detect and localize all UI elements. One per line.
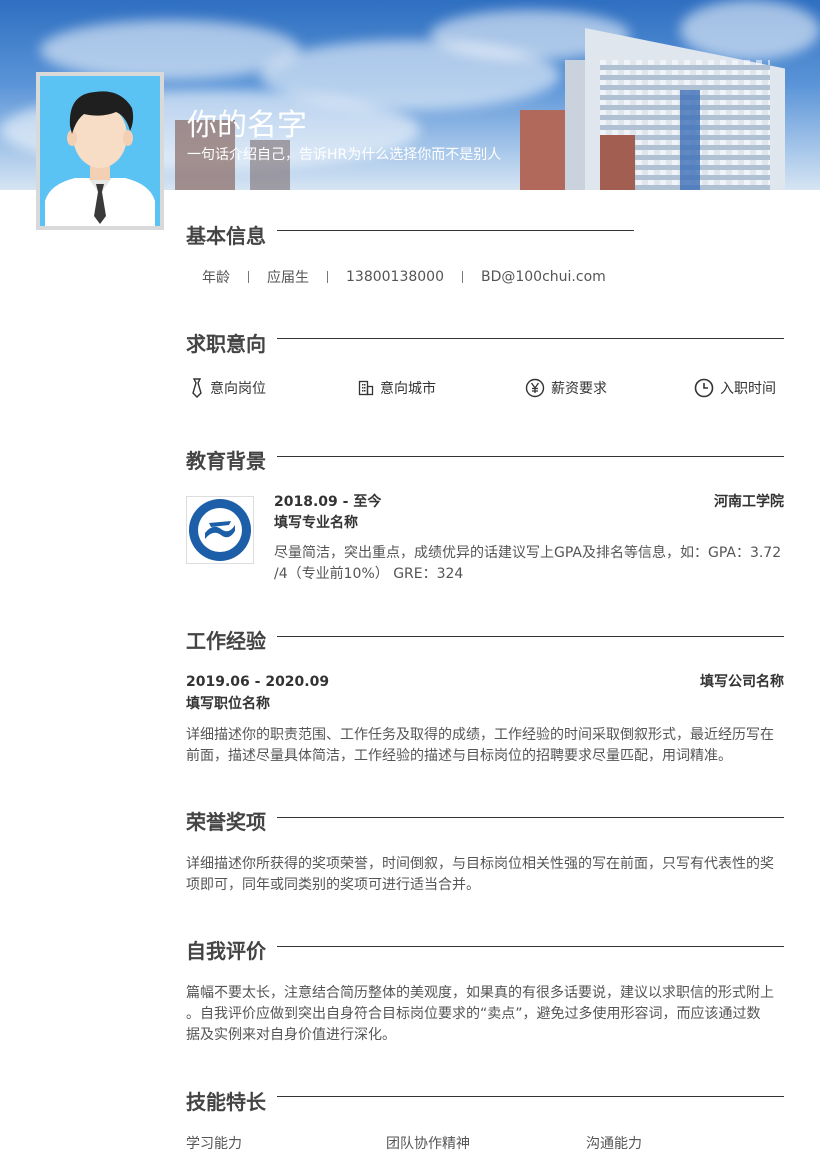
section-title-intent: 求职意向	[186, 332, 266, 356]
section-divider	[277, 338, 784, 339]
self-desc-line1: 篇幅不要太长，注意结合简历整体的美观度，如果真的有很多话要说，建议以求职信的形式…	[186, 985, 774, 1001]
phone-field: 13800138000	[346, 269, 444, 285]
education-desc-line2: /4（专业前10%） GRE：324	[274, 566, 464, 582]
building-shape	[680, 90, 700, 190]
yen-icon	[525, 378, 545, 398]
work-desc-line2: 前面，描述尽量具体简洁，工作经验的描述与目标岗位的招聘要求尽量匹配，用词精准。	[186, 748, 732, 764]
candidate-tagline: 一句话介绍自己，告诉HR为什么选择你而不是别人	[187, 147, 502, 163]
work-company: 填写公司名称	[700, 674, 784, 690]
tie-icon	[192, 378, 202, 398]
self-desc-line2: 。自我评价应做到突出自身符合目标岗位要求的“卖点”，避免过多使用形容词，而应该通…	[186, 1006, 761, 1022]
work-title: 填写职位名称	[186, 696, 270, 712]
intent-start: 入职时间	[694, 378, 776, 398]
section-title-honors: 荣誉奖项	[186, 810, 266, 834]
clock-icon	[694, 378, 714, 398]
avatar-person-icon	[40, 76, 160, 226]
work-desc-line1: 详细描述你的职责范围、工作任务及取得的成绩，工作经验的时间采取倒叙形式，最近经历…	[186, 727, 774, 743]
intent-position: 意向岗位	[190, 378, 266, 398]
intent-city-label: 意向城市	[380, 381, 436, 397]
skill-item: 团队协作精神	[386, 1136, 470, 1152]
age-field: 年龄	[202, 270, 230, 286]
candidate-name: 你的名字	[187, 108, 307, 143]
separator	[248, 271, 249, 283]
skill-item: 学习能力	[186, 1136, 242, 1152]
section-divider	[277, 456, 784, 457]
email-field: BD@100chui.com	[480, 269, 606, 285]
section-title-education: 教育背景	[186, 449, 266, 473]
school-logo	[186, 496, 254, 564]
education-major: 填写专业名称	[274, 515, 358, 531]
school-emblem-icon	[189, 499, 251, 561]
work-period: 2019.06 - 2020.09	[186, 674, 330, 690]
education-desc-line1: 尽量简洁，突出重点，成绩优异的话建议写上GPA及排名等信息，如：GPA：3.72	[274, 545, 782, 561]
section-divider	[277, 1096, 784, 1097]
intent-salary-label: 薪资要求	[551, 381, 607, 397]
avatar	[36, 72, 164, 230]
separator	[327, 271, 328, 283]
intent-position-label: 意向岗位	[210, 381, 266, 397]
section-divider	[277, 230, 634, 231]
education-school: 河南工学院	[714, 494, 784, 510]
section-divider	[277, 946, 784, 947]
section-title-skills: 技能特长	[186, 1090, 266, 1114]
building-icon	[358, 380, 374, 396]
separator	[461, 271, 463, 283]
status-field: 应届生	[267, 270, 309, 286]
self-desc-line3: 据及实例来对自身价值进行深化。	[186, 1027, 396, 1043]
section-divider	[277, 636, 784, 637]
section-title-self: 自我评价	[186, 939, 266, 963]
honors-desc-line2: 项即可，同年或同类别的奖项可进行适当合并。	[186, 877, 480, 893]
section-title-work: 工作经验	[186, 629, 266, 653]
honors-desc-line1: 详细描述你所获得的奖项荣誉，时间倒叙，与目标岗位相关性强的写在前面，只写有代表性…	[186, 856, 774, 872]
intent-start-label: 入职时间	[720, 381, 776, 397]
building-shape	[520, 110, 565, 190]
building-shape	[600, 135, 635, 190]
section-divider	[277, 817, 784, 818]
education-period: 2018.09 - 至今	[274, 494, 382, 510]
skill-item: 沟通能力	[586, 1136, 642, 1152]
intent-salary: 薪资要求	[525, 378, 607, 398]
basic-info-row: 年龄 应届生 13800138000 BD@100chui.com	[202, 267, 606, 287]
section-title-basic: 基本信息	[186, 224, 266, 248]
intent-city: 意向城市	[358, 378, 436, 398]
